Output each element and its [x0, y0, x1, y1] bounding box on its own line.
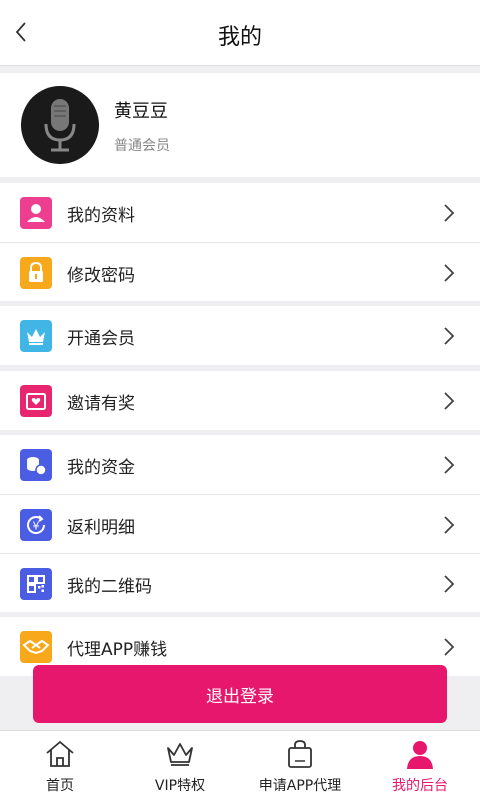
- menu-group-account: 我的资料 修改密码: [0, 183, 480, 301]
- menu-item-label: 邀请有奖: [67, 394, 135, 414]
- crown-outline-icon: [167, 743, 193, 766]
- user-name: 黄豆豆: [114, 101, 168, 122]
- menu-item-open-membership[interactable]: 开通会员: [0, 306, 480, 365]
- menu-group-membership: 开通会员: [0, 306, 480, 365]
- membership-level: 普通会员: [114, 138, 170, 154]
- tab-home[interactable]: 首页: [0, 731, 120, 800]
- tab-apply-agent[interactable]: 申请APP代理: [240, 731, 360, 800]
- tab-vip-privileges[interactable]: VIP特权: [120, 731, 240, 800]
- crown-icon: [20, 320, 52, 352]
- chevron-right-icon: [444, 264, 455, 282]
- user-profile-icon: [20, 197, 52, 229]
- menu-item-my-funds[interactable]: 我的资金: [0, 435, 480, 494]
- menu-item-label: 返利明细: [67, 518, 135, 538]
- menu-group-finance: 我的资金 ¥ 返利明细 我的二维码: [0, 435, 480, 612]
- qrcode-icon: [20, 568, 52, 600]
- yen-refund-icon: ¥: [20, 509, 52, 541]
- chevron-right-icon: [444, 516, 455, 534]
- coins-icon: [20, 449, 52, 481]
- menu-item-label: 我的二维码: [67, 577, 152, 597]
- chevron-right-icon: [444, 456, 455, 474]
- tab-label: 我的后台: [392, 778, 448, 794]
- chevron-right-icon: [444, 204, 455, 222]
- menu-item-label: 我的资料: [67, 206, 135, 226]
- menu-group-invite: 邀请有奖: [0, 371, 480, 430]
- logout-button[interactable]: 退出登录: [33, 665, 447, 723]
- tab-label: 申请APP代理: [258, 778, 342, 794]
- menu-item-label: 代理APP赚钱: [67, 640, 168, 660]
- menu-item-label: 修改密码: [67, 266, 135, 286]
- person-icon: [407, 741, 433, 769]
- menu-item-my-profile[interactable]: 我的资料: [0, 183, 480, 242]
- menu-item-invite-rewards[interactable]: 邀请有奖: [0, 371, 480, 430]
- menu-item-label: 开通会员: [67, 329, 135, 349]
- top-navigation-bar: 我的: [0, 0, 480, 66]
- tab-my-backend[interactable]: 我的后台: [360, 731, 480, 800]
- menu-item-change-password[interactable]: 修改密码: [0, 242, 480, 301]
- menu-item-label: 我的资金: [67, 458, 135, 478]
- page-title: 我的: [217, 25, 262, 50]
- gift-envelope-icon: [20, 385, 52, 417]
- chevron-right-icon: [444, 392, 455, 410]
- chevron-right-icon: [444, 575, 455, 593]
- menu-item-my-qrcode[interactable]: 我的二维码: [0, 553, 480, 612]
- shopping-bag-icon: [288, 740, 312, 768]
- chevron-right-icon: [444, 638, 455, 656]
- lock-icon: [20, 257, 52, 289]
- chevron-right-icon: [444, 327, 455, 345]
- tab-label: VIP特权: [154, 778, 206, 794]
- microphone-avatar-image: [44, 99, 76, 152]
- menu-item-rebate-details[interactable]: ¥ 返利明细: [0, 494, 480, 553]
- svg-text:¥: ¥: [33, 520, 40, 533]
- handshake-icon: [20, 631, 52, 663]
- profile-card[interactable]: 黄豆豆 普通会员: [0, 73, 480, 177]
- tab-label: 首页: [46, 778, 74, 794]
- avatar[interactable]: [21, 86, 99, 164]
- bottom-tab-bar: 首页 VIP特权 申请APP代理 我的后台: [0, 730, 480, 800]
- home-icon: [46, 740, 74, 767]
